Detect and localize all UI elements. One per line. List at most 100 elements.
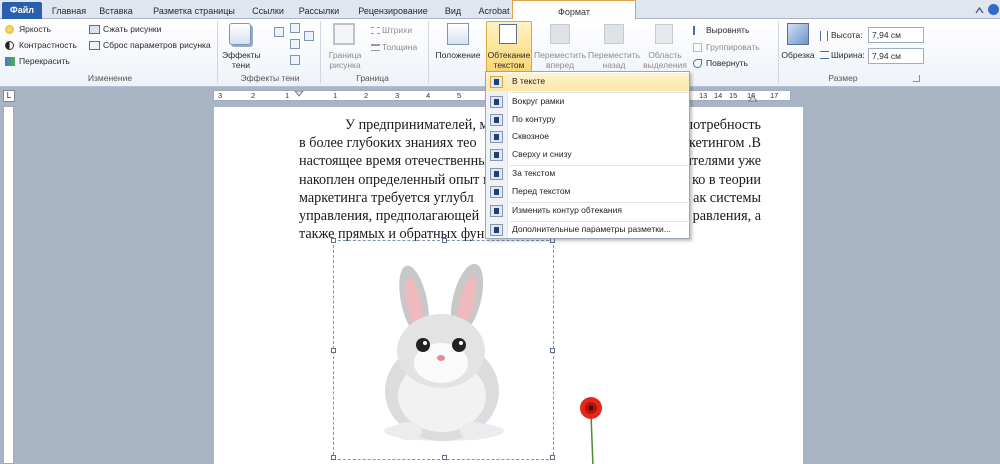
ruler-number: 3 [395,91,400,100]
selected-picture[interactable] [331,238,555,460]
ruler-number: 1 [333,91,338,100]
text-line-right: ко в теории [692,171,761,188]
wrap-text-button[interactable]: Обтекание [484,50,534,60]
menu-item-edit-wrap-points[interactable]: Изменить контур обтекания [486,202,689,220]
group-divider [320,21,321,83]
tab-mailings[interactable]: Рассылки [293,3,345,19]
contrast-button[interactable]: Контрастность [19,40,77,50]
tab-acrobat[interactable]: Acrobat [474,3,514,19]
menu-item-tight[interactable]: По контуру [486,111,689,129]
right-indent-marker[interactable] [748,95,758,102]
ruler-number: 5 [457,91,462,100]
resize-handle-right[interactable] [550,348,555,353]
bring-forward-button[interactable]: Переместить [534,50,586,60]
reset-picture-icon [89,41,100,50]
resize-handle-bottom-right[interactable] [550,455,555,460]
menu-item-label: Перед текстом [512,186,571,196]
ruler-number: 3 [218,91,223,100]
nudge-shadow-down-icon[interactable] [290,55,300,65]
selection-pane-button-line2[interactable]: выделения [642,60,688,70]
tab-review[interactable]: Рецензирование [350,3,436,19]
ribbon-tab-bar: Файл Главная Вставка Разметка страницы С… [0,0,1000,20]
bring-forward-button-line2[interactable]: вперед [534,60,586,70]
recolor-icon [5,57,15,66]
chevron-up-icon[interactable] [975,6,984,15]
brightness-button[interactable]: Яркость [19,24,51,34]
height-label: Высота: [831,30,863,40]
recolor-button[interactable]: Перекрасить [19,56,70,66]
group-divider [778,21,779,83]
shadow-toggle-icon[interactable] [290,39,300,49]
group-divider [428,21,429,83]
crop-button[interactable]: Обрезка [780,50,816,60]
resize-handle-top[interactable] [442,238,447,243]
nudge-shadow-up-icon[interactable] [274,27,284,37]
wrap-through-icon [490,131,503,143]
text-line-right: кетингом .В [688,135,761,152]
position-icon [447,23,469,45]
weight-button[interactable]: Толщина [382,42,417,52]
resize-handle-top-left[interactable] [331,238,336,243]
ruler-number: 2 [251,91,256,100]
shadow-effects-button[interactable]: Эффекты [222,50,261,60]
resize-handle-bottom-left[interactable] [331,455,336,460]
tab-page-layout[interactable]: Разметка страницы [143,3,245,19]
menu-item-through[interactable]: Сквозное [486,128,689,146]
wrap-text-button-line2[interactable]: текстом [484,60,534,70]
nudge-shadow-right-icon[interactable] [304,31,314,41]
group-divider [217,21,218,83]
height-value: 7,94 см [872,30,901,40]
compress-pictures-button[interactable]: Сжать рисунки [103,24,161,34]
resize-handle-left[interactable] [331,348,336,353]
width-label: Ширина: [831,50,865,60]
shadow-effects-icon [229,23,251,45]
bring-forward-icon [550,24,570,44]
text-line-left: У предпринимателей, мар [345,117,502,133]
rotate-icon [693,59,702,68]
ruler-tab-selector[interactable]: L [3,90,15,102]
rotate-button[interactable]: Повернуть [706,58,748,68]
wrap-inline-icon [490,76,503,88]
vertical-ruler[interactable] [3,106,14,464]
menu-item-square[interactable]: Вокруг рамки [486,93,689,111]
tab-view[interactable]: Вид [441,3,465,19]
menu-item-inline[interactable]: В тексте [486,73,689,91]
menu-item-in-front-of-text[interactable]: Перед текстом [486,183,689,201]
tab-references[interactable]: Ссылки [249,3,287,19]
ruler-number: 13 [699,91,708,100]
tab-insert[interactable]: Вставка [95,3,137,19]
reset-picture-button[interactable]: Сброс параметров рисунка [103,40,211,50]
picture-border-button[interactable]: Граница [326,50,364,60]
menu-item-label: В тексте [512,76,546,86]
shadow-effects-button-line2[interactable]: тени [222,60,260,70]
group-label-border: Граница [356,73,389,83]
menu-item-more-layout-options[interactable]: Дополнительные параметры разметки... [486,221,689,239]
layout-options-icon [490,224,503,236]
picture-border-button-line2[interactable]: рисунка [326,60,364,70]
send-backward-button[interactable]: Переместить [588,50,640,60]
red-flower-image[interactable] [576,396,606,464]
menu-item-top-bottom[interactable]: Сверху и снизу [486,146,689,164]
ruler-number: 2 [364,91,369,100]
position-button[interactable]: Положение [434,50,482,60]
selection-pane-button[interactable]: Область [642,50,688,60]
send-backward-button-line2[interactable]: назад [588,60,640,70]
text-line-left: накоплен определенный опыт м [299,171,492,188]
align-button[interactable]: Выровнять [706,25,749,35]
menu-item-behind-text[interactable]: За текстом [486,165,689,183]
size-dialog-launcher-icon[interactable] [913,75,920,82]
tab-file[interactable]: Файл [2,2,42,19]
group-button[interactable]: Группировать [706,42,760,52]
nudge-shadow-left-icon[interactable] [290,23,300,33]
text-line-left: управления, предполагающей [299,208,480,225]
first-line-indent-marker[interactable] [294,91,304,101]
brightness-icon [5,25,14,34]
help-icon[interactable] [988,4,999,15]
height-icon [820,31,828,41]
tab-format[interactable]: Формат [512,0,636,20]
tab-home[interactable]: Главная [48,3,90,19]
dashes-button[interactable]: Штрихи [382,25,412,35]
text-line-right: ак системы [693,189,761,206]
resize-handle-bottom[interactable] [442,455,447,460]
menu-item-label: Сквозное [512,131,549,141]
